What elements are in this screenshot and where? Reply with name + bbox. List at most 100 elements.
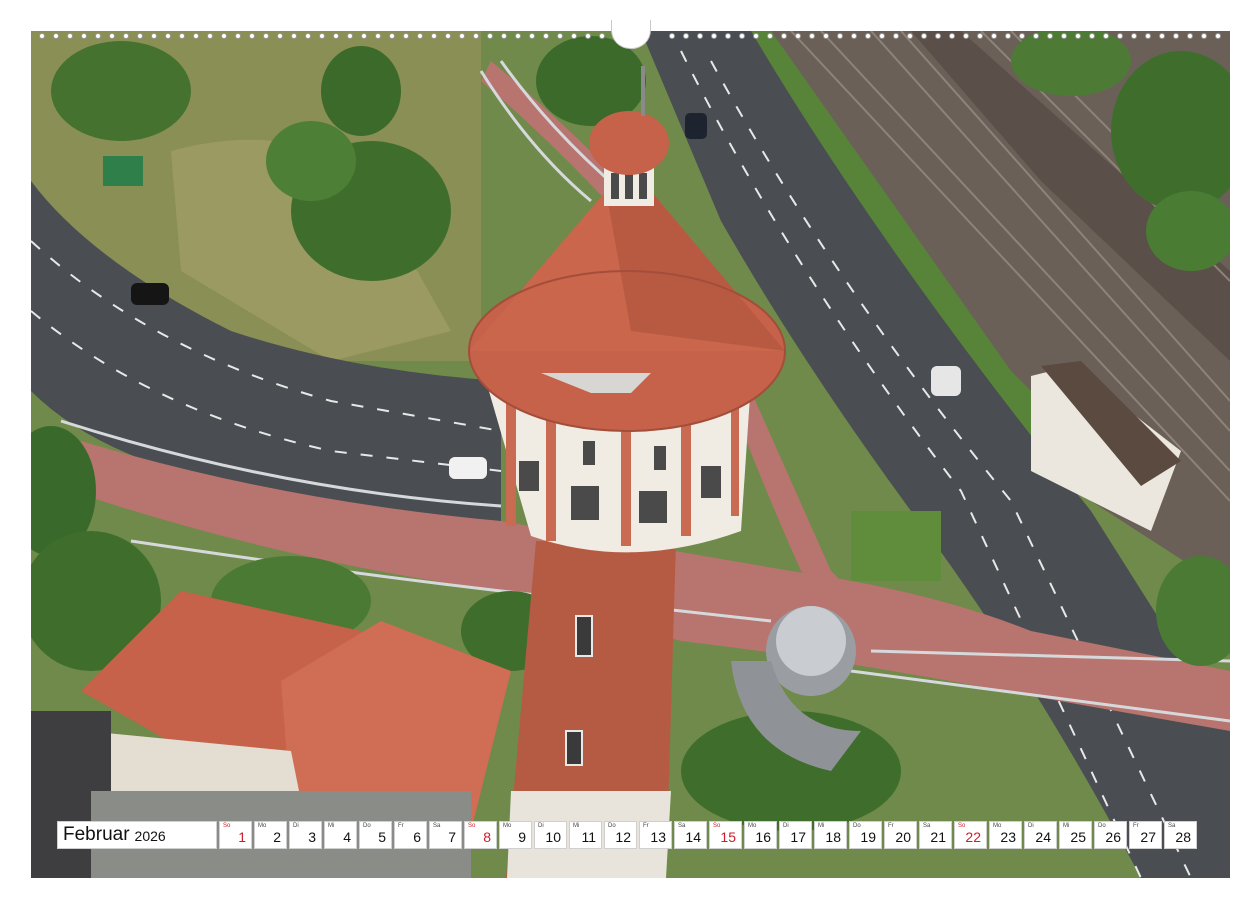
binding-hole	[907, 33, 913, 39]
day-cell: Di 10	[534, 821, 567, 849]
binding-hole	[1089, 33, 1095, 39]
day-number: 4	[343, 829, 351, 845]
calendar-page: (function(){ var wrap = document.current…	[0, 0, 1260, 908]
binding-hole	[683, 33, 689, 39]
day-cell: Fr 20	[884, 821, 917, 849]
day-number: 13	[650, 829, 666, 845]
binding-hole	[403, 33, 409, 39]
binding-hole	[221, 33, 227, 39]
binding-hole	[333, 33, 339, 39]
day-cell: Sa 14	[674, 821, 707, 849]
day-cell: So 22	[954, 821, 987, 849]
day-cell: Do 26	[1094, 821, 1127, 849]
binding-hole	[599, 33, 605, 39]
weekday-abbrev: Fr	[398, 823, 404, 829]
day-cell: Fr 13	[639, 821, 672, 849]
day-number: 23	[1000, 829, 1016, 845]
day-number: 25	[1070, 829, 1086, 845]
binding-hole	[697, 33, 703, 39]
day-number: 11	[581, 829, 596, 845]
day-number: 2	[273, 829, 281, 845]
binding-hole	[81, 33, 87, 39]
calendar-strip: Februar 2026 So 1 Mo 2 Di 3 Mi 4 Do 5 Fr 6 Sa 7 So 8 Mo 9…	[57, 821, 1197, 849]
binding-hole	[389, 33, 395, 39]
day-cell: Mi 18	[814, 821, 847, 849]
binding-hole	[1159, 33, 1165, 39]
binding-hole	[53, 33, 59, 39]
binding-hole	[319, 33, 325, 39]
binding-hole	[753, 33, 759, 39]
day-cell: So 15	[709, 821, 742, 849]
binding-hole	[109, 33, 115, 39]
binding-hole	[949, 33, 955, 39]
day-cell: Fr 27	[1129, 821, 1162, 849]
day-cell: Do 5	[359, 821, 392, 849]
binding-hole	[711, 33, 717, 39]
day-cell: Mo 9	[499, 821, 532, 849]
binding-hole	[305, 33, 311, 39]
day-cell: Mo 16	[744, 821, 777, 849]
month-name: Februar	[63, 824, 130, 845]
binding-hole	[571, 33, 577, 39]
day-cell: Di 17	[779, 821, 812, 849]
binding-hole	[795, 33, 801, 39]
binding-hole	[347, 33, 353, 39]
day-cell: Mo 2	[254, 821, 287, 849]
binding-hole	[991, 33, 997, 39]
binding-hole	[67, 33, 73, 39]
binding-hole	[1145, 33, 1151, 39]
day-number: 17	[790, 829, 806, 845]
month-label: Februar 2026	[57, 821, 217, 849]
weekday-abbrev: Fr	[1133, 823, 1139, 829]
weekday-abbrev: Sa	[1168, 823, 1176, 829]
year-label: 2026	[134, 828, 166, 844]
day-cell: Mo 23	[989, 821, 1022, 849]
day-number: 28	[1175, 829, 1191, 845]
binding-hole	[151, 33, 157, 39]
day-number: 14	[685, 829, 701, 845]
day-cell: So 8	[464, 821, 497, 849]
binding-hole	[543, 33, 549, 39]
binding-hole	[473, 33, 479, 39]
day-number: 27	[1140, 829, 1156, 845]
weekday-abbrev: Di	[538, 823, 544, 829]
binding-hole	[1075, 33, 1081, 39]
day-number: 7	[448, 829, 456, 845]
binding-hole	[529, 33, 535, 39]
day-number: 10	[545, 829, 561, 845]
binding-hole	[921, 33, 927, 39]
binding-hole	[1215, 33, 1221, 39]
weekday-abbrev: Sa	[678, 823, 686, 829]
day-number: 26	[1105, 829, 1121, 845]
binding-hole	[459, 33, 465, 39]
weekday-abbrev: Fr	[643, 823, 649, 829]
binding-hole	[501, 33, 507, 39]
weekday-abbrev: Di	[293, 823, 299, 829]
weekday-abbrev: Di	[1028, 823, 1034, 829]
binding-hole	[193, 33, 199, 39]
day-cell: Di 3	[289, 821, 322, 849]
weekday-abbrev: Mi	[818, 823, 825, 829]
day-number: 3	[308, 829, 316, 845]
weekday-abbrev: Di	[783, 823, 789, 829]
binding-hole	[669, 33, 675, 39]
aerial-photo	[31, 31, 1230, 878]
binding-hole	[137, 33, 143, 39]
weekday-abbrev: Mo	[503, 823, 512, 829]
binding-hole	[277, 33, 283, 39]
binding-hole	[515, 33, 521, 39]
weekday-abbrev: Sa	[923, 823, 931, 829]
binding-hole	[165, 33, 171, 39]
binding-hole	[767, 33, 773, 39]
binding-hole	[781, 33, 787, 39]
binding-hole	[893, 33, 899, 39]
day-cell: Sa 28	[1164, 821, 1197, 849]
day-number: 16	[755, 829, 771, 845]
binding-hole	[1173, 33, 1179, 39]
day-cell: Mi 4	[324, 821, 357, 849]
binding-hole	[1103, 33, 1109, 39]
day-number: 20	[895, 829, 911, 845]
day-number: 1	[238, 829, 246, 845]
binding-hole	[249, 33, 255, 39]
day-number: 19	[860, 829, 876, 845]
